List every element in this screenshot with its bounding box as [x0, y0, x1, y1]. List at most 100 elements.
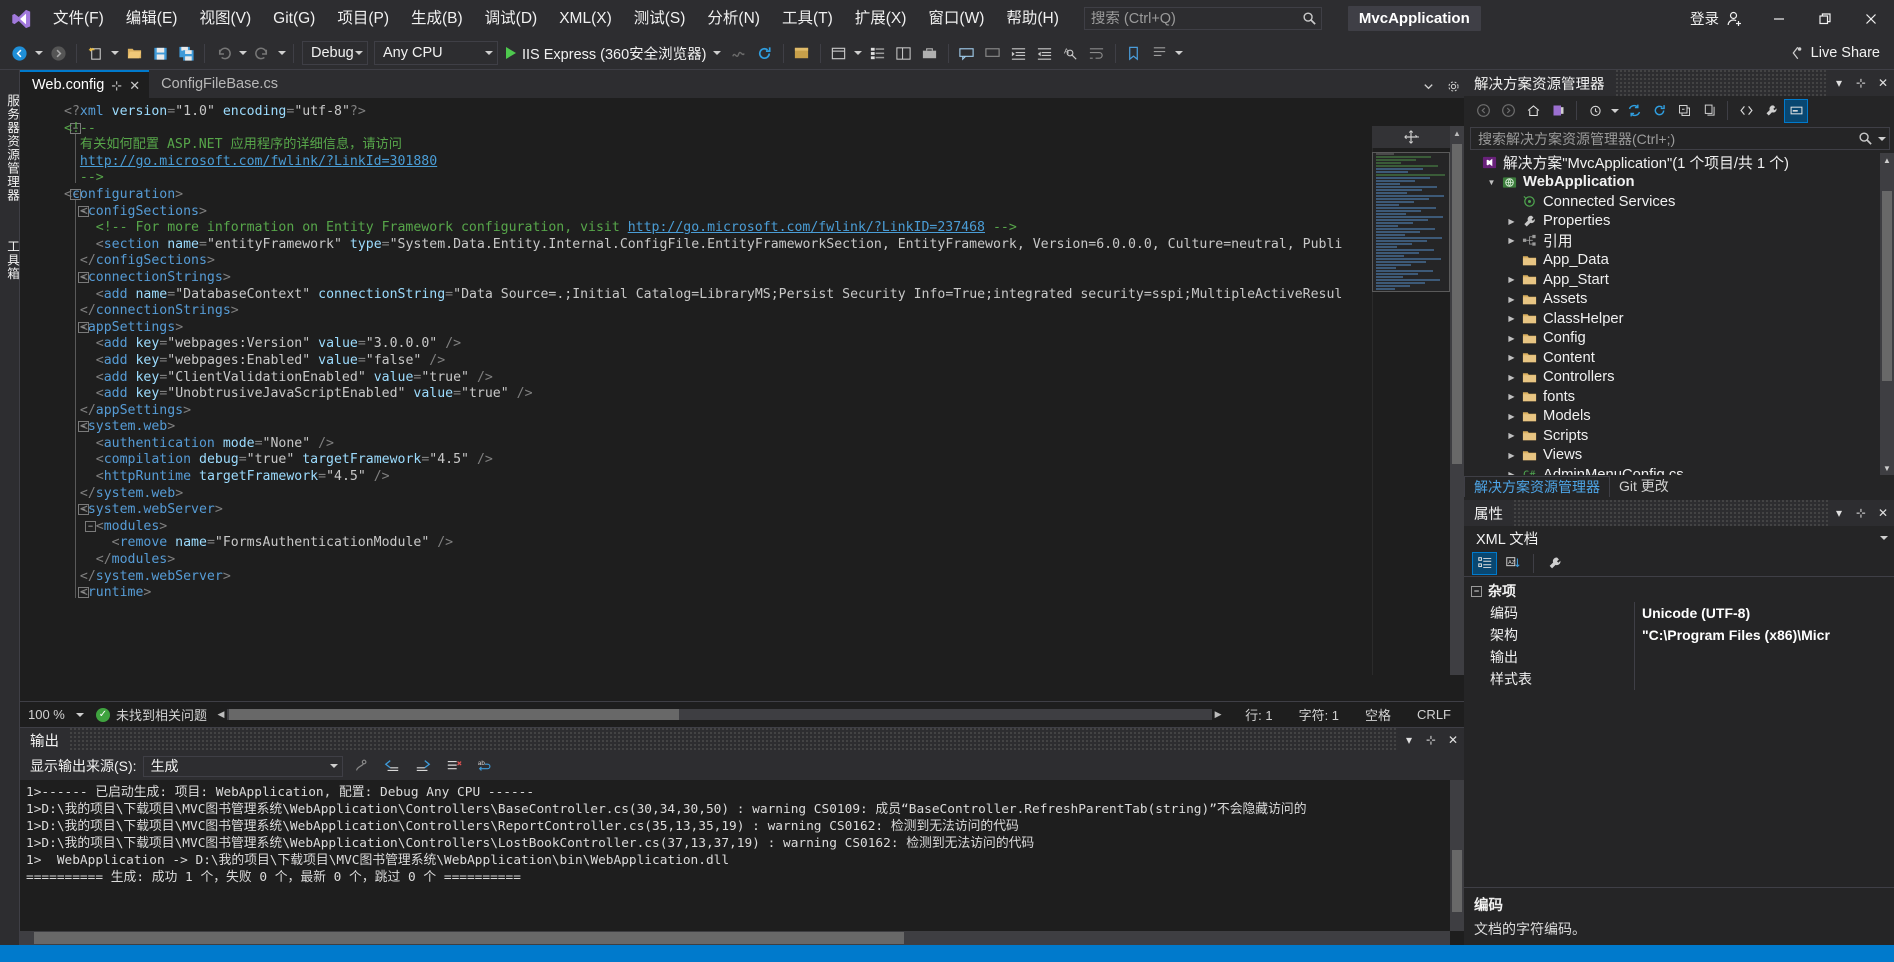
toolbox-button[interactable] [917, 40, 943, 66]
find-message-button[interactable] [349, 754, 374, 778]
preview-selected-items-button[interactable] [1784, 98, 1808, 123]
solution-tree[interactable]: 解决方案"MvcApplication"(1 个项目/共 1 个) ▼ WebApp… [1464, 153, 1880, 475]
output-hscroll-thumb[interactable] [34, 932, 904, 944]
redo-dropdown[interactable] [275, 40, 288, 66]
hscroll-track[interactable] [227, 709, 1213, 720]
gear-icon[interactable] [1447, 80, 1460, 93]
redo-button[interactable] [249, 40, 275, 66]
code-line[interactable]: <httpRuntime targetFramework="4.5" /> [64, 469, 1464, 486]
code-line[interactable]: </configSections> [64, 253, 1464, 270]
property-row[interactable]: 架构 "C:\Program Files (x86)\Micr [1464, 624, 1894, 646]
property-value[interactable]: "C:\Program Files (x86)\Micr [1634, 627, 1894, 643]
code-line[interactable]: <runtime> [64, 585, 1464, 602]
property-row[interactable]: 输出 [1464, 646, 1894, 668]
code-line[interactable]: <authentication mode="None" /> [64, 436, 1464, 453]
property-value[interactable]: Unicode (UTF-8) [1634, 605, 1894, 621]
property-pages-button[interactable] [1542, 552, 1567, 575]
code-line[interactable]: <modules> [64, 519, 1464, 536]
issue-status[interactable]: ✓ 未找到相关问题 [90, 705, 207, 724]
back-button[interactable] [1471, 99, 1495, 123]
new-item-button[interactable] [82, 40, 108, 66]
code-line[interactable]: </appSettings> [64, 403, 1464, 420]
code-line[interactable]: <add key="webpages:Version" value="3.0.0… [64, 336, 1464, 353]
code-line[interactable]: <configuration> [64, 187, 1464, 204]
solution-tree-item[interactable]: ▶ Controllers [1464, 368, 1880, 388]
refresh-button[interactable] [752, 40, 778, 66]
forward-button[interactable] [1496, 99, 1520, 123]
code-line[interactable]: <add key="UnobtrusiveJavaScriptEnabled" … [64, 386, 1464, 403]
pin-panel-button[interactable]: ⊹ [1850, 71, 1872, 95]
minimize-button[interactable] [1756, 0, 1802, 37]
code-line[interactable]: <section name="entityFramework" type="Sy… [64, 237, 1464, 254]
solution-tree-item[interactable]: ▼ WebApplication [1464, 173, 1880, 193]
collapse-all-button[interactable] [1672, 99, 1696, 123]
scroll-up-arrow[interactable]: ▲ [1450, 126, 1464, 140]
scroll-left-arrow[interactable]: ◀ [215, 709, 227, 720]
indentation-mode[interactable]: 空格 [1352, 705, 1404, 724]
tree-expander-icon[interactable]: ▶ [1504, 217, 1519, 226]
increase-indent-button[interactable] [1006, 40, 1032, 66]
output-vertical-scrollbar[interactable] [1450, 780, 1464, 931]
save-all-button[interactable] [173, 40, 199, 66]
uncomment-button[interactable] [980, 40, 1006, 66]
maximize-restore-button[interactable] [1802, 0, 1848, 37]
code-line[interactable]: --> [64, 170, 1464, 187]
properties-group-misc[interactable]: − 杂项 [1464, 580, 1894, 602]
document-tab-web-config[interactable]: Web.config ⊹ ✕ [20, 70, 150, 98]
sign-in-button[interactable]: 登录 [1678, 8, 1756, 29]
output-vscroll-thumb[interactable] [1452, 850, 1462, 912]
clear-all-button[interactable] [442, 754, 467, 778]
property-row[interactable]: 编码 Unicode (UTF-8) [1464, 602, 1894, 624]
menu-item-file[interactable]: 文件(F) [42, 0, 115, 37]
tree-expander-icon[interactable]: ▶ [1504, 295, 1519, 304]
panel-dropdown-button[interactable]: ▾ [1828, 501, 1850, 525]
pending-changes-filter-button[interactable] [1546, 99, 1570, 123]
toggle-word-wrap-button[interactable] [1084, 40, 1110, 66]
code-line[interactable]: <compilation debug="true" targetFramewor… [64, 452, 1464, 469]
minimap[interactable] [1372, 126, 1451, 675]
line-ending-mode[interactable]: CRLF [1404, 707, 1464, 722]
tree-expander-icon[interactable]: ▶ [1504, 236, 1519, 245]
tree-expander-icon[interactable]: ▶ [1504, 373, 1519, 382]
menu-item-project[interactable]: 项目(P) [326, 0, 400, 37]
code-line[interactable]: <remove name="FormsAuthenticationModule"… [64, 535, 1464, 552]
solution-tree-item[interactable]: ▶ Properties [1464, 212, 1880, 232]
menu-item-help[interactable]: 帮助(H) [995, 0, 1070, 37]
solution-tree-item[interactable]: ▶ Config [1464, 329, 1880, 349]
chevron-down-icon[interactable] [1878, 136, 1886, 141]
pin-tab-icon[interactable]: ⊹ [111, 79, 122, 92]
categorized-view-button[interactable] [1472, 551, 1497, 575]
menu-item-build[interactable]: 生成(B) [400, 0, 474, 37]
pending-changes-dropdown[interactable] [1608, 98, 1621, 124]
tree-expander-icon[interactable]: ▶ [1504, 412, 1519, 421]
solution-tree-item[interactable]: ▶ Scripts [1464, 426, 1880, 446]
alphabetical-view-button[interactable]: AZ [1500, 552, 1525, 575]
solution-tree-item[interactable]: ▶ Assets [1464, 290, 1880, 310]
toolbar-overflow[interactable] [1173, 40, 1186, 66]
code-line[interactable]: <configSections> [64, 204, 1464, 221]
dock-tab-solution-explorer[interactable]: 解决方案资源管理器 [1464, 476, 1610, 497]
menu-item-test[interactable]: 测试(S) [623, 0, 697, 37]
code-line[interactable]: 有关如何配置 ASP.NET 应用程序的详细信息，请访问 [64, 137, 1464, 154]
output-text[interactable]: 1>------ 已启动生成: 项目: WebApplication, 配置: … [20, 780, 1450, 931]
close-panel-button[interactable]: ✕ [1872, 71, 1894, 95]
solution-tree-item[interactable]: Connected Services [1464, 192, 1880, 212]
panel-dropdown-button[interactable]: ▾ [1398, 728, 1420, 752]
code-line[interactable]: <appSettings> [64, 320, 1464, 337]
code-line[interactable]: <?xml version="1.0" encoding="utf-8"?> [64, 104, 1464, 121]
undo-dropdown[interactable] [236, 40, 249, 66]
close-button[interactable] [1848, 0, 1894, 37]
zoom-level-combo[interactable]: 100 % [20, 707, 90, 722]
scroll-down-arrow[interactable]: ▼ [1880, 461, 1894, 475]
solution-explorer-search-box[interactable] [1470, 127, 1890, 150]
panel-drag-dots[interactable] [1513, 500, 1828, 526]
chevron-down-icon[interactable] [1422, 80, 1435, 93]
navigate-back-button[interactable] [6, 40, 32, 66]
solution-tree-item[interactable]: ▶ 引用 [1464, 231, 1880, 251]
properties-window-button[interactable] [891, 40, 917, 66]
navigate-forward-button[interactable] [45, 40, 71, 66]
menu-item-edit[interactable]: 编辑(E) [115, 0, 189, 37]
minimap-viewport-thumb[interactable] [1372, 152, 1450, 292]
solution-tree-item[interactable]: ▶C#AdminMenuConfig.cs [1464, 465, 1880, 475]
tree-expander-icon[interactable]: ▶ [1504, 451, 1519, 460]
